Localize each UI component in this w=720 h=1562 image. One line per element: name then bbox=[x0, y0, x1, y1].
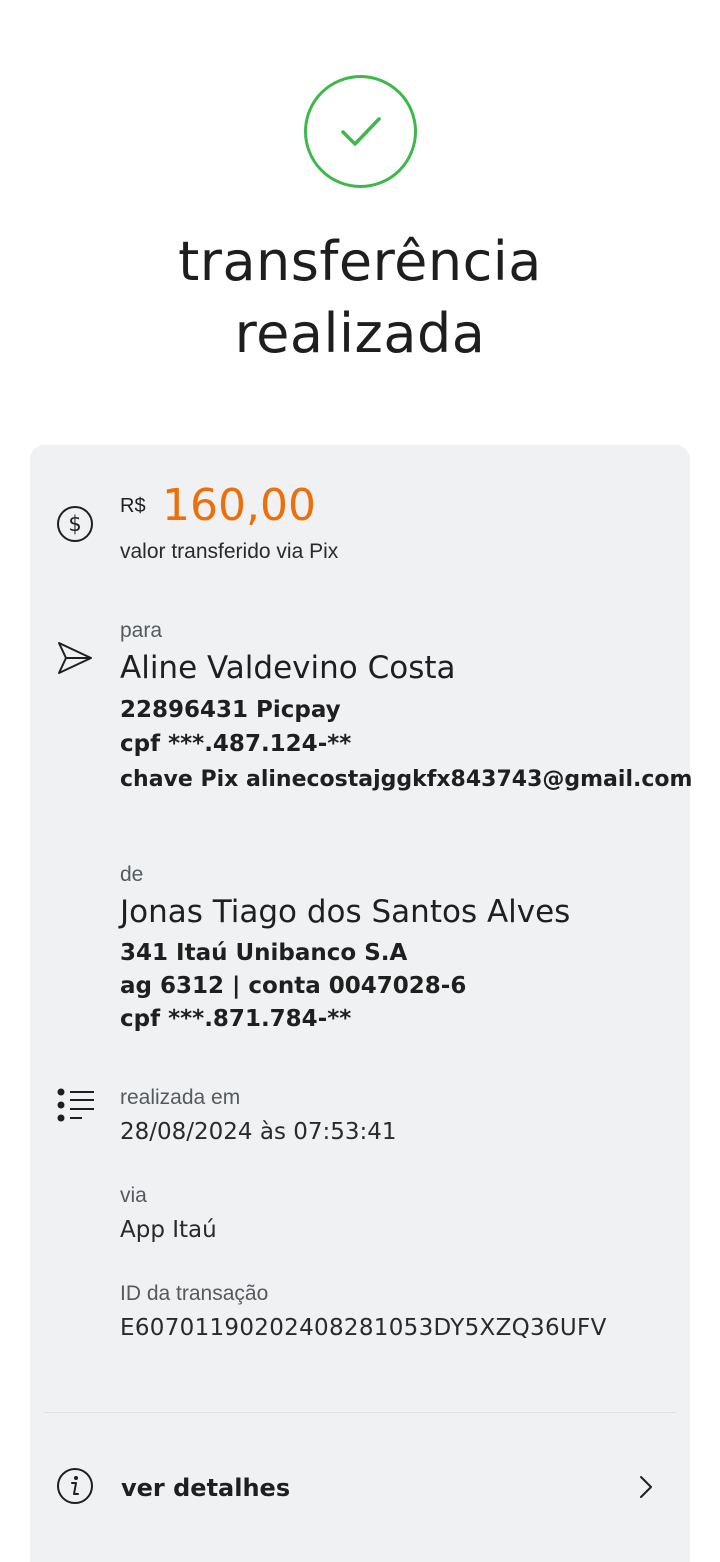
info-icon bbox=[57, 1468, 93, 1504]
divider bbox=[44, 1412, 676, 1413]
view-details-button[interactable]: ver detalhes bbox=[30, 1440, 690, 1540]
send-icon bbox=[58, 642, 92, 674]
recipient-pix-key: chave Pix alinecostajggkfx843743@gmail.c… bbox=[120, 767, 693, 792]
transfer-amount: 160,00 bbox=[162, 480, 316, 531]
page-title: transferência realizada bbox=[0, 226, 720, 370]
recipient-bank: 22896431 Picpay bbox=[120, 697, 341, 723]
check-icon bbox=[341, 117, 381, 146]
transaction-id-value: E60701190202408281053DY5XZQ36UFV bbox=[120, 1315, 607, 1341]
title-line-2: realizada bbox=[234, 302, 486, 365]
date-label: realizada em bbox=[120, 1086, 241, 1109]
svg-text:$: $ bbox=[68, 512, 81, 536]
chevron-right-icon bbox=[640, 1476, 652, 1498]
sender-bank: 341 Itaú Unibanco S.A bbox=[120, 940, 408, 966]
title-line-1: transferência bbox=[178, 230, 542, 293]
sender-name: Jonas Tiago dos Santos Alves bbox=[120, 894, 571, 930]
receipt-card bbox=[30, 445, 690, 1562]
success-check-circle bbox=[304, 75, 417, 188]
list-icon bbox=[57, 1088, 94, 1122]
amount-caption: valor transferido via Pix bbox=[120, 540, 339, 563]
recipient-name: Aline Valdevino Costa bbox=[120, 650, 456, 686]
dollar-circle-icon: $ bbox=[57, 506, 93, 542]
via-value: App Itaú bbox=[120, 1217, 217, 1243]
currency-symbol: R$ bbox=[120, 495, 146, 517]
date-value: 28/08/2024 às 07:53:41 bbox=[120, 1119, 397, 1145]
transaction-id-label: ID da transação bbox=[120, 1282, 269, 1305]
view-details-label: ver detalhes bbox=[121, 1474, 291, 1502]
sender-account: ag 6312 | conta 0047028-6 bbox=[120, 973, 467, 999]
sender-cpf: cpf ***.871.784-** bbox=[120, 1006, 352, 1032]
recipient-cpf: cpf ***.487.124-** bbox=[120, 731, 352, 757]
sender-label: de bbox=[120, 863, 144, 886]
via-label: via bbox=[120, 1184, 147, 1207]
recipient-label: para bbox=[120, 619, 163, 642]
